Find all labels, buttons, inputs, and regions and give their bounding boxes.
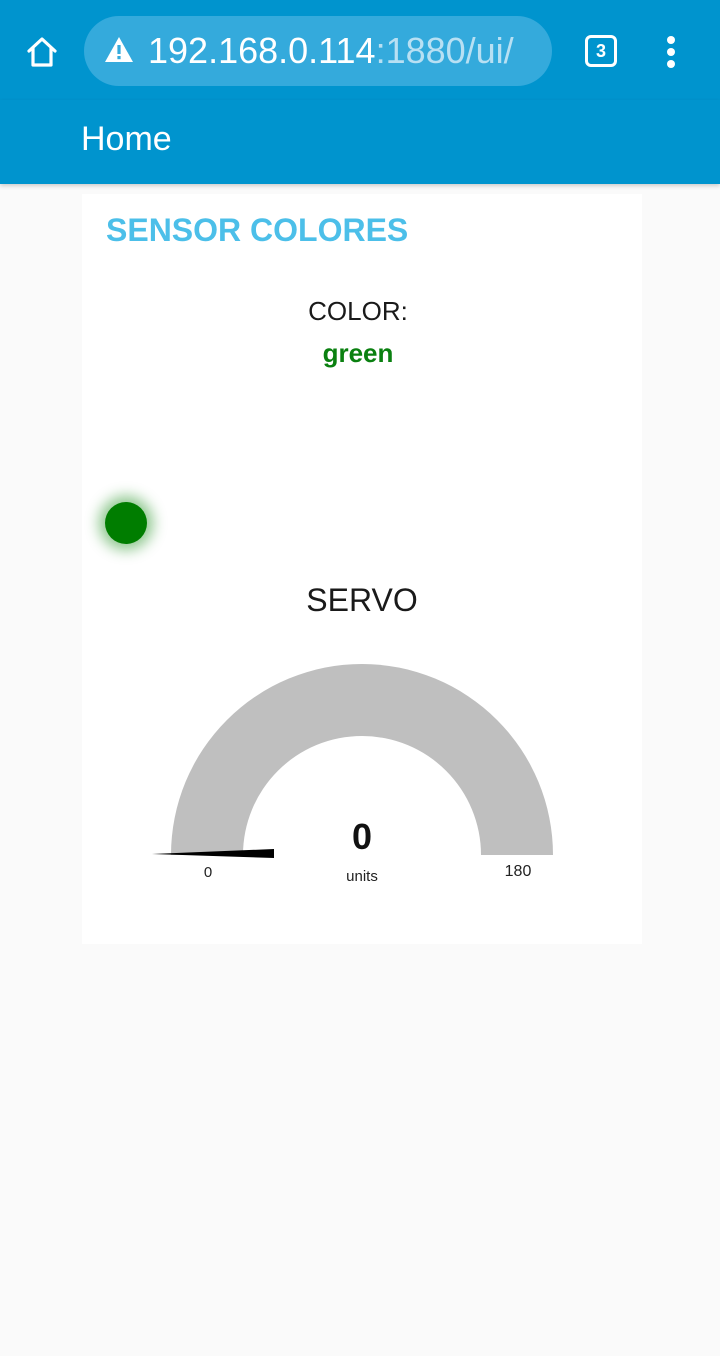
gauge-min-label: 0 <box>203 864 213 881</box>
url-path: :1880/ui/ <box>375 30 514 71</box>
tab-switcher-button[interactable]: 3 <box>582 32 620 70</box>
warning-icon <box>105 37 133 62</box>
gauge-units: units <box>346 868 378 885</box>
address-bar[interactable]: 192.168.0.114:1880/ui/ <box>84 16 552 86</box>
gauge-title: SERVO <box>306 582 418 618</box>
page-title: Home <box>81 120 172 158</box>
group-title: SENSOR COLORES <box>106 212 409 248</box>
gauge-max-label: 180 <box>504 863 532 880</box>
tab-count: 3 <box>585 35 617 67</box>
dashboard-header: Home <box>0 100 720 184</box>
sensor-group-card: SENSOR COLORES COLOR: green SERVO 0 unit… <box>82 194 642 944</box>
home-icon[interactable] <box>18 28 66 76</box>
color-label: COLOR: <box>308 296 408 326</box>
status-led <box>105 502 147 544</box>
gauge-value: 0 <box>351 816 373 857</box>
url-host: 192.168.0.114 <box>148 30 376 71</box>
browser-toolbar: 192.168.0.114:1880/ui/ 3 <box>0 0 720 100</box>
overflow-menu-icon[interactable] <box>652 30 690 74</box>
color-value: green <box>322 338 394 368</box>
url-text: 192.168.0.114:1880/ui/ <box>148 29 514 73</box>
